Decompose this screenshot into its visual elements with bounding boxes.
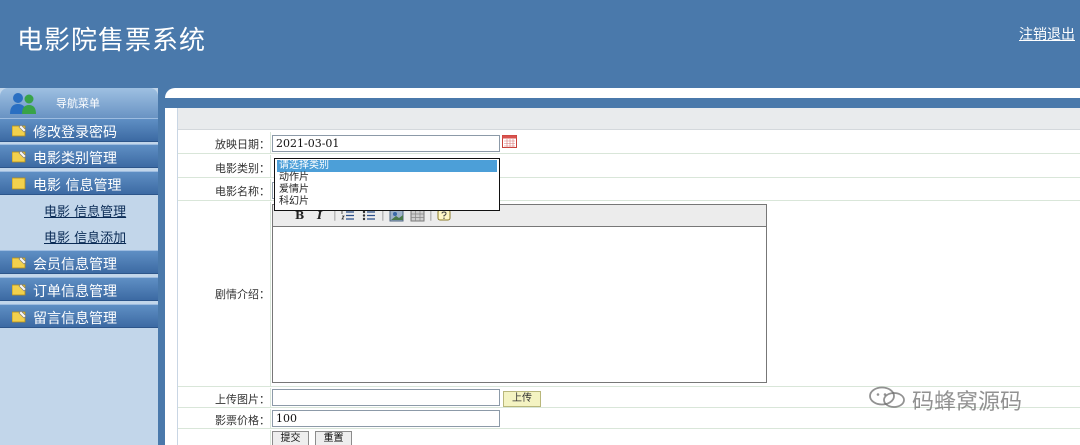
nav-header: 导航菜单 — [0, 88, 158, 118]
sidebar-item-movie-info[interactable]: 电影 信息管理 — [0, 171, 158, 195]
calendar-icon[interactable] — [502, 135, 517, 148]
watermark: 码蜂窝源码 — [868, 384, 1048, 415]
folder-icon — [12, 177, 26, 190]
type-label: 电影类别： — [215, 162, 270, 175]
row-divider — [270, 179, 271, 200]
nav-title: 导航菜单 — [56, 97, 100, 110]
folder-edit-icon — [12, 310, 27, 323]
header-bar: 电影院售票系统 注销退出 — [0, 0, 1080, 88]
select-option[interactable]: 科幻片 — [277, 196, 497, 208]
image-path-input[interactable] — [272, 389, 500, 406]
reset-button[interactable]: 重置 — [315, 431, 352, 445]
row-divider — [270, 430, 271, 445]
folder-edit-icon — [12, 150, 27, 163]
submit-button[interactable]: 提交 — [272, 431, 309, 445]
folder-edit-icon — [12, 283, 27, 296]
app-title: 电影院售票系统 — [17, 26, 207, 56]
watermark-text: 码蜂窝源码 — [912, 390, 1023, 415]
folder-edit-icon — [12, 256, 27, 269]
date-label: 放映日期： — [215, 138, 270, 151]
logout-link[interactable]: 注销退出 — [1019, 24, 1075, 44]
users-icon — [10, 93, 36, 114]
upload-button[interactable]: 上传 — [503, 391, 541, 407]
sidebar-subitem-movie-info-manage[interactable]: 电影 信息管理 — [0, 196, 158, 222]
unordered-list-icon[interactable] — [362, 210, 376, 221]
price-input[interactable]: 100 — [272, 410, 500, 427]
row-divider — [270, 388, 271, 407]
row-divider — [270, 132, 271, 153]
sidebar-item-label: 电影 信息管理 — [33, 178, 122, 194]
sidebar-subitem-label: 电影 信息管理 — [44, 205, 127, 220]
sidebar-item-movie-category[interactable]: 电影类别管理 — [0, 144, 158, 168]
sidebar-item-label: 留言信息管理 — [33, 311, 117, 327]
image-label: 上传图片： — [215, 393, 270, 406]
wechat-icon — [869, 386, 905, 408]
price-label: 影票价格： — [215, 414, 270, 427]
form-row-actions: 提交 重置 — [178, 430, 1080, 445]
sidebar-item-order-info[interactable]: 订单信息管理 — [0, 277, 158, 301]
sidebar-item-label: 修改登录密码 — [33, 125, 117, 141]
sidebar: 导航菜单 修改登录密码 电影类别管理 电影 信息管理 电影 信息管理 电影 信息… — [0, 88, 158, 445]
form-title-bar — [178, 108, 1080, 130]
sidebar-item-label: 订单信息管理 — [33, 284, 117, 300]
sidebar-subitem-movie-info-add[interactable]: 电影 信息添加 — [0, 222, 158, 248]
select-option[interactable]: 动作片 — [277, 172, 497, 184]
sidebar-item-label: 会员信息管理 — [33, 257, 117, 273]
name-label: 电影名称： — [215, 185, 270, 198]
form-row-date: 放映日期： 2021-03-01 — [178, 132, 1080, 154]
rich-text-editor[interactable]: B I | | | — [272, 204, 767, 383]
folder-edit-icon — [12, 124, 27, 137]
sidebar-item-label: 电影类别管理 — [33, 151, 117, 167]
plot-label: 剧情介绍： — [215, 288, 270, 301]
select-option[interactable]: 请选择类别 — [277, 160, 497, 172]
row-divider — [270, 409, 271, 428]
sidebar-item-change-password[interactable]: 修改登录密码 — [0, 118, 158, 142]
row-divider — [270, 155, 271, 177]
sidebar-item-member-info[interactable]: 会员信息管理 — [0, 250, 158, 274]
row-divider — [270, 202, 271, 386]
sidebar-item-message-info[interactable]: 留言信息管理 — [0, 304, 158, 328]
sidebar-subitem-label: 电影 信息添加 — [44, 231, 127, 246]
movie-type-select[interactable]: 请选择类别 动作片 爱情片 科幻片 — [274, 158, 500, 211]
date-input[interactable]: 2021-03-01 — [272, 135, 500, 152]
main-panel-header-strip — [165, 98, 1080, 108]
ordered-list-icon[interactable] — [341, 210, 355, 221]
select-option[interactable]: 爱情片 — [277, 184, 497, 196]
